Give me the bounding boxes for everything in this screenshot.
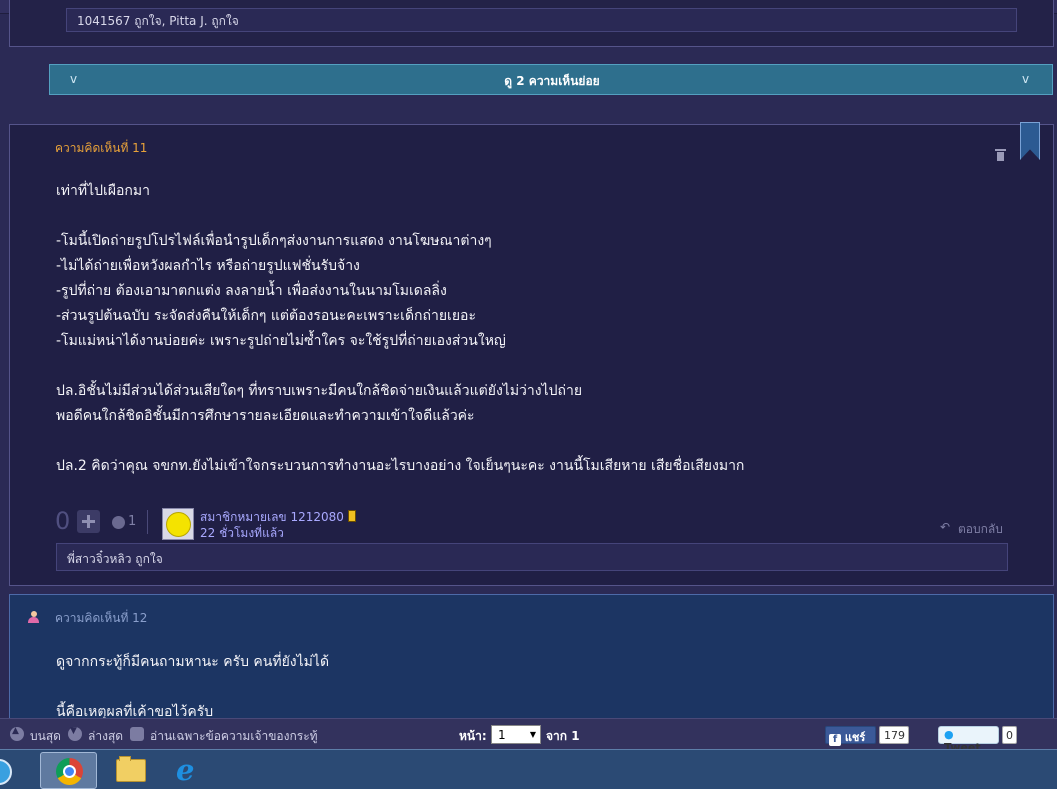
- smiley-icon: [166, 512, 191, 537]
- scroll-top-link[interactable]: บนสุด: [30, 727, 61, 746]
- member-badge-icon: [348, 510, 356, 522]
- page-value: 1: [498, 728, 506, 742]
- comment-line: -ไม่ได้ถ่ายเพื่อหวังผลกำไร หรือถ่ายรูปแฟ…: [56, 258, 360, 274]
- comment-card: ความคิดเห็นที่ 12 ดูจากกระทู้ก็มีคนถามหา…: [9, 594, 1054, 734]
- show-subcomments-button[interactable]: v ดู 2 ความเห็นย่อย v: [49, 64, 1053, 95]
- comment-line: [56, 204, 1016, 229]
- comment-card: ความคิดเห็นที่ 11 เท่าที่ไปเผือกมา -โมนี้…: [9, 124, 1054, 586]
- comment-body: เท่าที่ไปเผือกมา -โมนี้เปิดถ่ายรูปโปรไฟล์…: [56, 179, 1016, 479]
- chevron-down-icon: ▼: [529, 730, 536, 739]
- avatar[interactable]: [162, 508, 194, 540]
- comment-line: [56, 354, 1016, 379]
- comment-number: ความคิดเห็นที่ 12: [55, 611, 148, 625]
- likes-summary: พี่สาวจิ๋วหลิว ถูกใจ: [56, 543, 1008, 571]
- internet-explorer-icon: e: [176, 753, 195, 787]
- page-total: จาก 1: [546, 729, 580, 743]
- comment-number: ความคิดเห็นที่ 11: [55, 141, 148, 155]
- arrow-down-icon[interactable]: ▼: [68, 726, 82, 741]
- comment-line: -ส่วนรูปต้นฉบับ ระจัดส่งคืนให้เด็กๆ แต่ต…: [56, 308, 476, 324]
- bottom-toolbar: ▲ บนสุด ▼ ล่างสุด อ่านเฉพาะข้อความเจ้าขอ…: [0, 718, 1057, 754]
- folder-icon: [116, 756, 146, 782]
- facebook-share-button[interactable]: f แชร์: [825, 726, 876, 746]
- comment-line: พอดีคนใกล้ชิดอิชั้นมีการศึกษารายละเอียดแ…: [56, 408, 475, 424]
- facebook-icon: f: [829, 734, 841, 746]
- trash-icon[interactable]: [995, 149, 1006, 161]
- arrow-up-icon[interactable]: ▲: [10, 726, 24, 741]
- comment-line: ปล.2 คิดว่าคุณ จขกท.ยังไม่เข้าใจกระบวนกา…: [56, 458, 745, 474]
- comment-line: ดูจากกระทู้ก็มีคนถามหานะ ครับ คนที่ยังไม…: [56, 654, 330, 670]
- chrome-icon: [56, 758, 83, 785]
- twitter-icon: ●: [944, 728, 954, 741]
- comment-line: เท่าที่ไปเผือกมา: [56, 183, 150, 199]
- tweet-count: 0: [1002, 726, 1017, 744]
- share-label: แชร์: [844, 731, 866, 744]
- person-icon: [28, 611, 39, 623]
- taskbar-chrome[interactable]: [40, 752, 97, 789]
- comment-line: -รูปที่ถ่าย ต้องเอามาตกแต่ง ลงลายน้ำ เพื…: [56, 283, 447, 299]
- scroll-bottom-link[interactable]: ล่างสุด: [88, 727, 123, 746]
- windows-taskbar: e: [0, 749, 1057, 789]
- comment-line: [56, 675, 1016, 700]
- reply-button[interactable]: ตอบกลับ: [958, 520, 1003, 539]
- reply-icon[interactable]: ↶: [940, 520, 950, 534]
- emotion-icon[interactable]: [112, 516, 125, 529]
- comment-line: -โมนี้เปิดถ่ายรูปโปรไฟล์เพื่อนำรูปเด็กๆส…: [56, 233, 492, 249]
- taskbar-ie[interactable]: e: [162, 752, 219, 789]
- plus-vote-button[interactable]: [77, 510, 100, 533]
- previous-comment: 1041567 ถูกใจ, Pitta J. ถูกใจ: [9, 0, 1054, 47]
- show-subcomments-label: ดู 2 ความเห็นย่อย: [504, 74, 600, 88]
- comment-body: ดูจากกระทู้ก็มีคนถามหานะ ครับ คนที่ยังไม…: [56, 650, 1016, 725]
- likes-summary: 1041567 ถูกใจ, Pitta J. ถูกใจ: [66, 8, 1017, 32]
- emotion-count: 1: [128, 514, 137, 529]
- chevron-down-icon: v: [1022, 72, 1030, 86]
- itunes-icon: [0, 759, 12, 785]
- page-label: หน้า:: [459, 729, 487, 743]
- divider: [147, 510, 148, 534]
- tweet-button[interactable]: ● Tweet: [938, 726, 999, 754]
- comment-line: -โมแม่หน่าได้งานบ่อยค่ะ เพราะรูปถ่ายไม่ซ…: [56, 333, 506, 349]
- owner-icon[interactable]: [130, 727, 144, 741]
- page-select[interactable]: 1 ▼: [491, 725, 541, 744]
- comment-time: 22 ชั่วโมงที่แล้ว: [200, 526, 284, 540]
- taskbar-explorer[interactable]: [101, 752, 158, 789]
- vote-count: 0: [55, 507, 71, 535]
- comment-line: ปล.อิชั้นไม่มีส่วนได้ส่วนเสียใดๆ ที่ทราบ…: [56, 383, 583, 399]
- comment-line: [56, 429, 1016, 454]
- owner-only-link[interactable]: อ่านเฉพาะข้อความเจ้าของกระทู้: [150, 727, 318, 746]
- share-count: 179: [879, 726, 909, 744]
